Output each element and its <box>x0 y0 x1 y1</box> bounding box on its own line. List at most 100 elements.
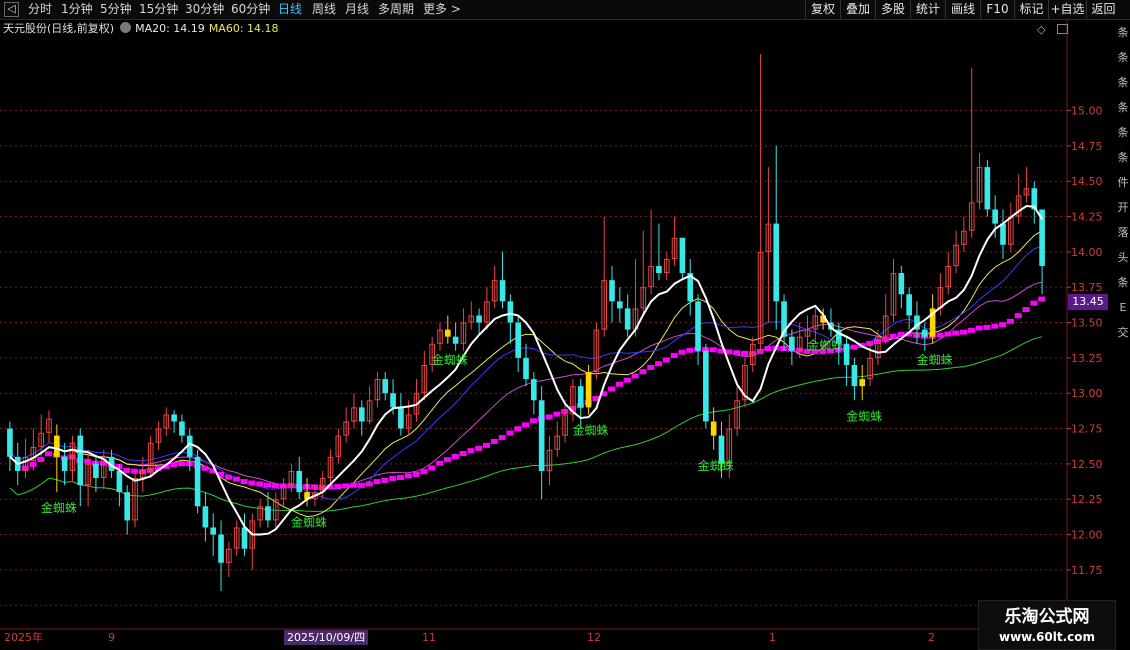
magenta-block <box>420 469 428 475</box>
watermark-title: 乐淘公式网 <box>1004 607 1090 627</box>
down-candle <box>523 357 529 380</box>
down-candle <box>124 492 131 521</box>
side-strip-item[interactable]: 条 <box>1116 45 1130 70</box>
side-strip-item[interactable]: 条 <box>1116 270 1130 295</box>
mark-button[interactable]: 标记 <box>1014 0 1048 19</box>
y-tick-label: 14.00 <box>1071 246 1103 259</box>
tab-30min[interactable]: 30分钟 <box>185 1 224 18</box>
magenta-block <box>224 474 232 480</box>
side-strip-item[interactable]: 条 <box>1116 70 1130 95</box>
magenta-block <box>1030 300 1038 306</box>
f10-button[interactable]: F10 <box>980 0 1014 19</box>
side-strip-item[interactable]: 开 <box>1116 195 1130 220</box>
down-candle <box>210 527 217 535</box>
side-strip-item[interactable]: 头 <box>1116 245 1130 270</box>
down-candle <box>703 350 709 422</box>
tab-monthly[interactable]: 月线 <box>345 1 369 18</box>
y-tick-label: 13.50 <box>1071 317 1103 330</box>
ma20-value: MA20: 14.19 <box>135 22 205 35</box>
restore-rights-button[interactable]: 复权 <box>805 0 840 19</box>
x-label-nov: 11 <box>422 631 436 644</box>
magenta-block <box>451 453 459 459</box>
tab-weekly[interactable]: 周线 <box>312 1 336 18</box>
tab-more[interactable]: 更多 > <box>423 1 461 18</box>
candlestick-chart[interactable]: 15.00 14.75 14.50 14.25 14.00 13.75 13.50 13.25… <box>0 20 1116 630</box>
date-cursor-label: 2025/10/09/四 <box>284 630 369 645</box>
draw-line-button[interactable]: 画线 <box>945 0 980 19</box>
down-candle <box>382 379 389 394</box>
magenta-block <box>670 352 678 358</box>
magenta-block <box>37 456 45 462</box>
x-label-dec: 12 <box>587 631 601 644</box>
magenta-block <box>639 369 647 375</box>
magenta-block <box>170 462 178 468</box>
x-label-year: 2025年 <box>4 631 43 644</box>
magenta-block <box>482 442 491 448</box>
y-tick-label: 14.25 <box>1071 211 1103 224</box>
tab-daily[interactable]: 日线 <box>278 1 302 18</box>
expand-arrow-icon[interactable]: ◁ <box>4 2 19 17</box>
current-price-tag: 13.45 <box>1068 294 1108 310</box>
magenta-block <box>264 482 272 488</box>
y-tick-label: 13.25 <box>1071 352 1103 365</box>
magenta-block <box>631 373 639 379</box>
tab-60min[interactable]: 60分钟 <box>231 1 270 18</box>
down-candle <box>1000 223 1006 245</box>
tab-multi-period[interactable]: 多周期 <box>378 1 414 18</box>
magenta-block <box>952 330 960 336</box>
down-candle <box>398 407 404 429</box>
tab-1min[interactable]: 1分钟 <box>61 1 93 18</box>
magenta-block <box>412 471 420 477</box>
tab-5min[interactable]: 5分钟 <box>100 1 132 18</box>
signal-candle <box>54 435 60 457</box>
magenta-block <box>999 322 1007 328</box>
magenta-block <box>944 331 952 337</box>
signal-label: 金蜘蛛 <box>432 352 468 367</box>
overlay-button[interactable]: 叠加 <box>840 0 875 19</box>
side-strip-item[interactable]: 条 <box>1116 95 1130 120</box>
magenta-block <box>436 460 444 466</box>
down-candle <box>93 463 99 479</box>
signal-candle <box>585 372 592 408</box>
side-strip-item[interactable]: 条 <box>1116 145 1130 170</box>
magenta-block <box>467 448 475 454</box>
magenta-block <box>350 482 358 488</box>
magenta-block <box>459 450 467 456</box>
add-watchlist-button[interactable]: +自选 <box>1048 0 1086 19</box>
magenta-block <box>647 364 655 370</box>
diamond-icon[interactable]: ◇ <box>1037 23 1045 36</box>
y-tick-label: 13.00 <box>1071 387 1103 400</box>
tab-fenshi[interactable]: 分时 <box>28 1 52 18</box>
tab-15min[interactable]: 15分钟 <box>139 1 178 18</box>
down-candle <box>202 506 209 528</box>
side-strip-item[interactable]: 件 <box>1116 170 1130 195</box>
magenta-block <box>662 357 670 363</box>
magenta-block <box>381 477 389 483</box>
side-strip-item[interactable]: 条 <box>1116 120 1130 145</box>
magenta-block <box>178 461 186 467</box>
multi-stock-button[interactable]: 多股 <box>875 0 910 19</box>
side-strip-item[interactable]: 条 <box>1116 20 1130 45</box>
magenta-block <box>545 414 553 420</box>
settings-icon[interactable] <box>120 22 132 33</box>
down-candle <box>843 343 850 365</box>
down-candle <box>538 400 545 471</box>
magenta-block <box>240 479 248 485</box>
down-candle <box>906 294 912 316</box>
statistics-button[interactable]: 统计 <box>910 0 945 19</box>
side-strip-item[interactable]: E <box>1116 295 1130 320</box>
magenta-block <box>256 481 264 487</box>
side-strip-item[interactable]: 落 <box>1116 220 1130 245</box>
down-candle <box>296 470 303 493</box>
magenta-block <box>959 329 968 335</box>
down-candle <box>531 379 537 401</box>
x-label-jan: 1 <box>769 631 776 644</box>
magenta-block <box>623 377 631 383</box>
side-strip-item[interactable]: 交 <box>1116 320 1130 345</box>
back-button[interactable]: 返回 <box>1086 0 1120 19</box>
down-candle <box>194 456 201 507</box>
window-icon[interactable] <box>1057 24 1068 34</box>
magenta-block <box>357 482 365 488</box>
down-candle <box>921 329 928 337</box>
magenta-block <box>741 350 749 356</box>
